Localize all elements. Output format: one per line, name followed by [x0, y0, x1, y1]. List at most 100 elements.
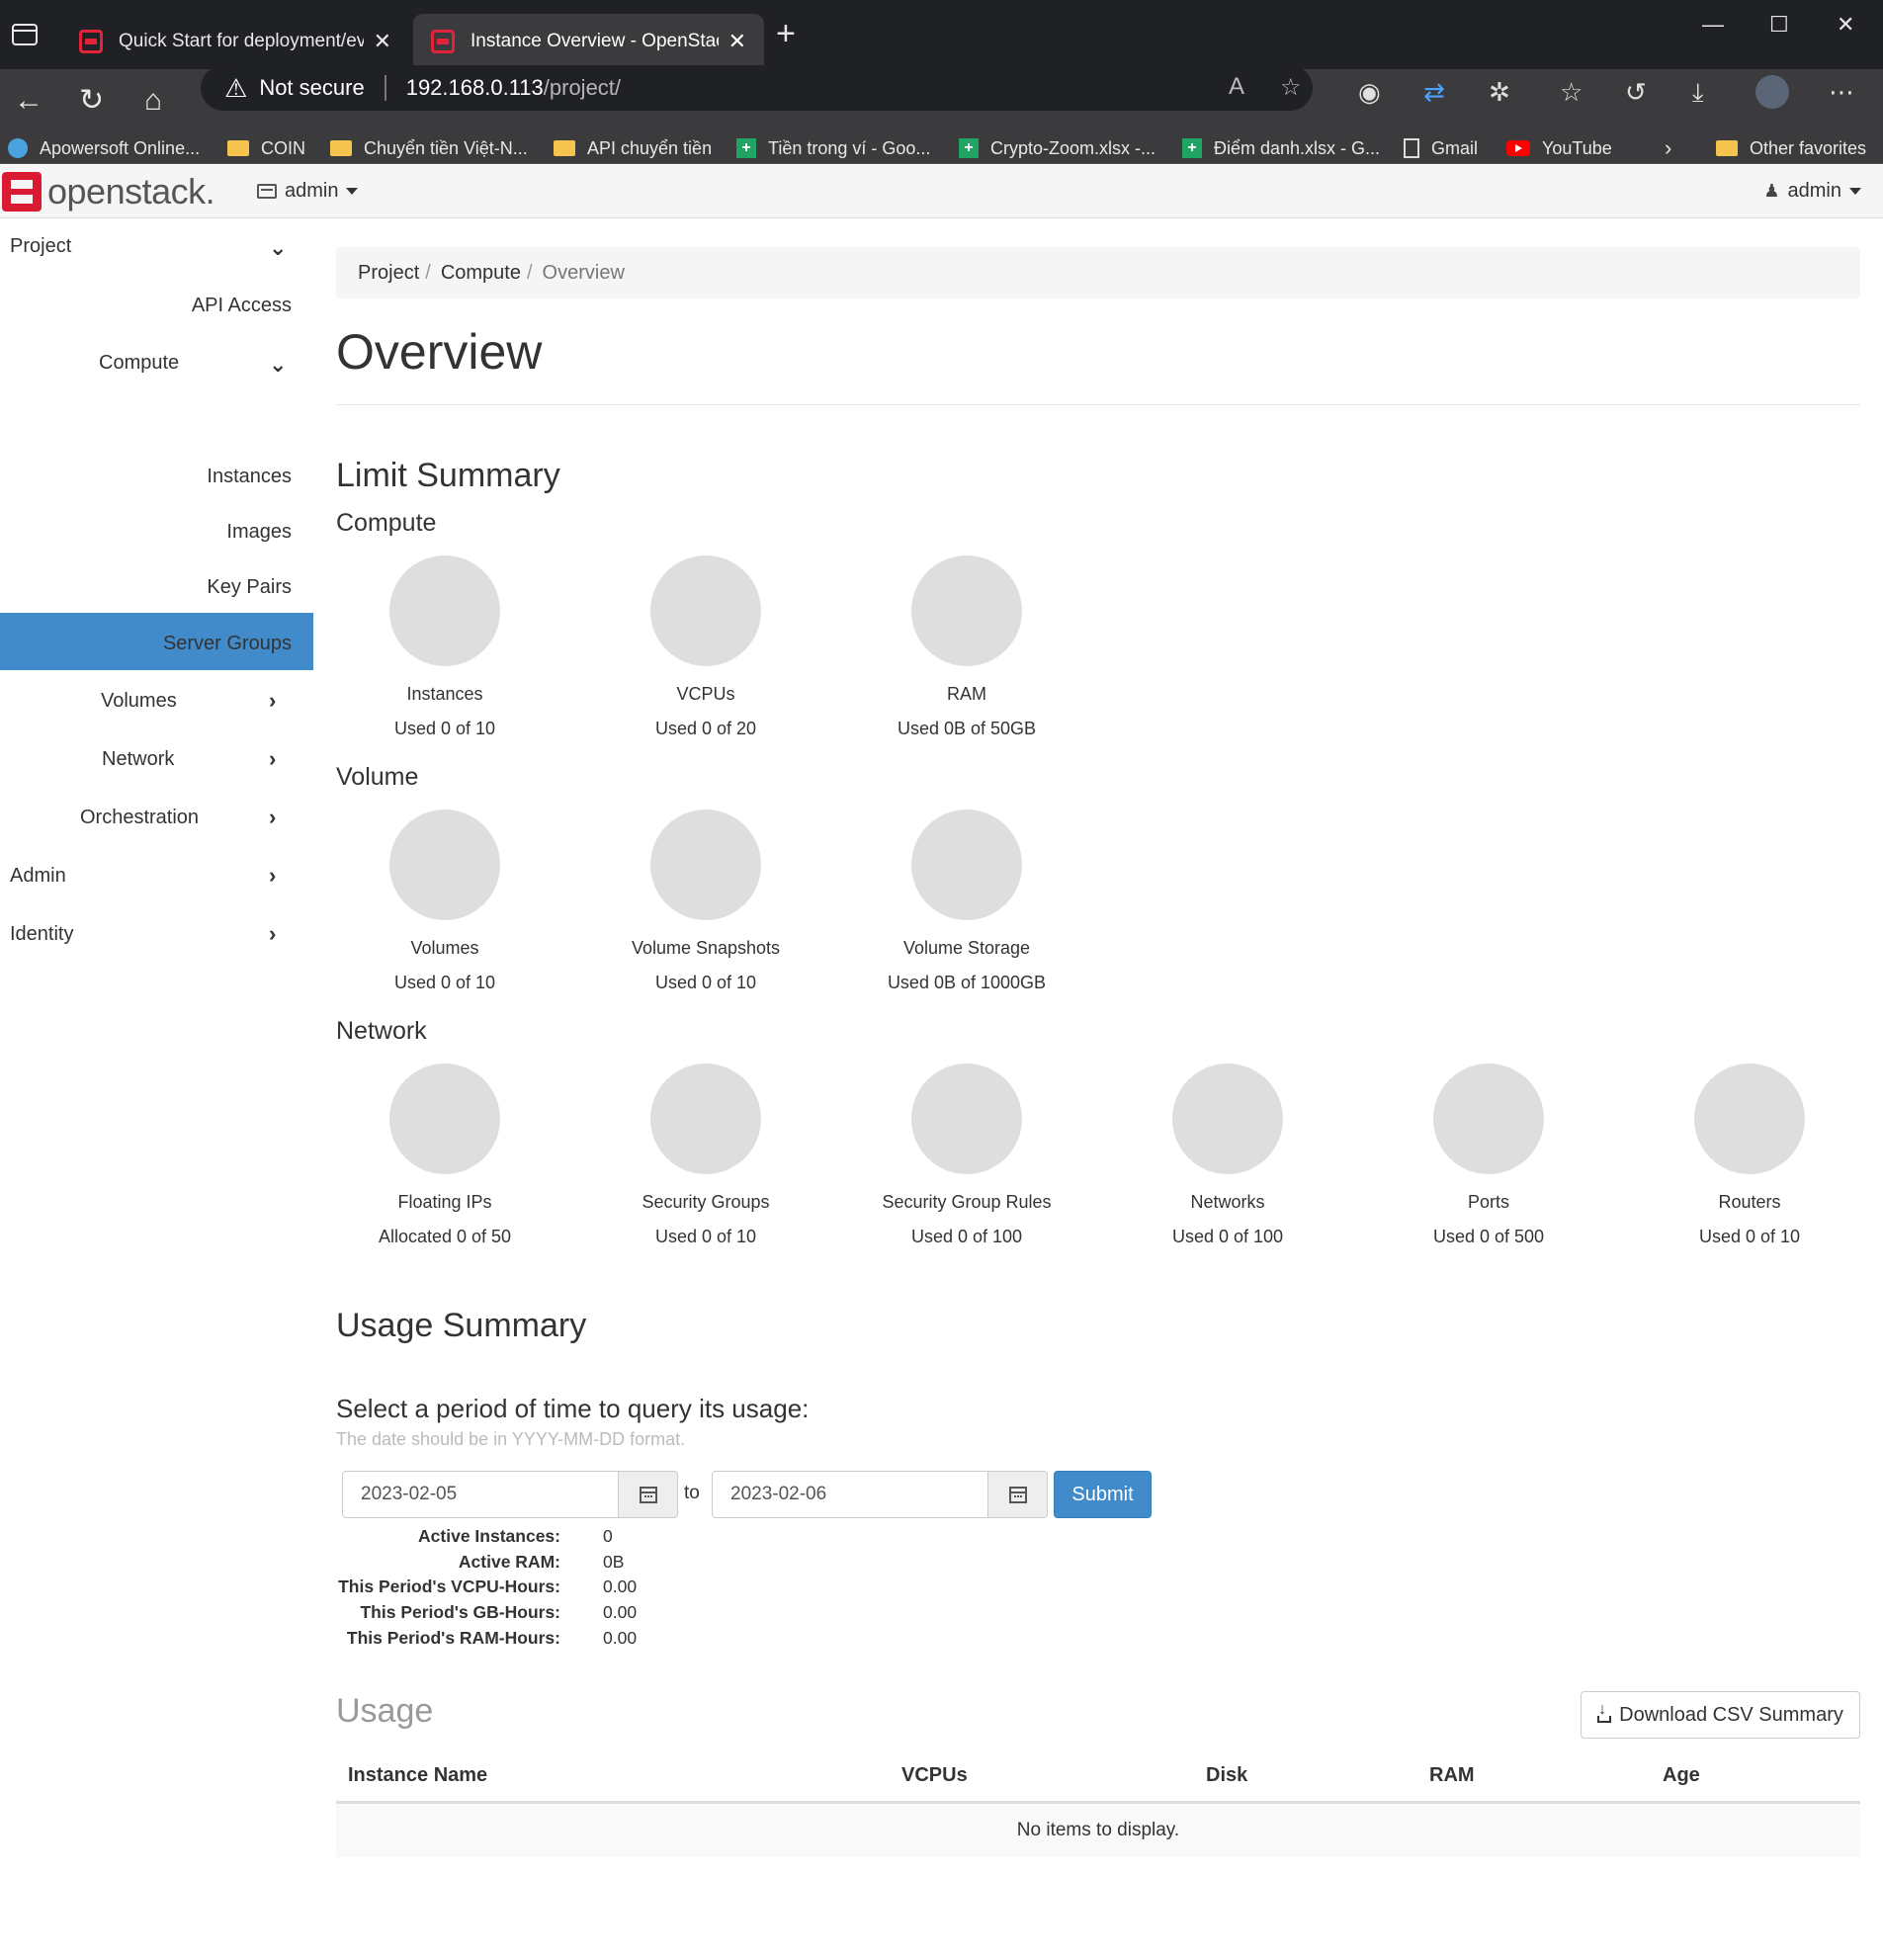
downloads-icon[interactable]: ⤓: [1692, 75, 1704, 109]
bookmark-label: Other favorites: [1750, 137, 1867, 158]
chevron-right-icon[interactable]: ›: [269, 805, 276, 830]
sidebar-item-volumes[interactable]: Volumes: [101, 690, 177, 713]
bookmark-item[interactable]: + Tiền trong ví - Goo...: [736, 132, 930, 164]
chevron-right-icon[interactable]: ›: [269, 921, 276, 947]
chevron-down-icon[interactable]: ⌄: [269, 352, 287, 378]
browser-tab-bar: Quick Start for deployment/evalu ✕ Insta…: [0, 0, 1883, 69]
close-tab-icon[interactable]: ✕: [728, 29, 746, 54]
bookmark-folder[interactable]: API chuyển tiền: [554, 132, 712, 164]
browser-tab-quick-start[interactable]: Quick Start for deployment/evalu ✕: [61, 14, 409, 69]
sidebar-item-network[interactable]: Network: [102, 748, 174, 771]
close-window-icon[interactable]: ✕: [1837, 12, 1854, 38]
bookmark-folder[interactable]: COIN: [227, 132, 305, 164]
chevron-right-icon[interactable]: ›: [269, 746, 276, 772]
caret-down-icon: [1849, 188, 1861, 195]
bookmark-item[interactable]: YouTube: [1506, 132, 1612, 164]
profile-avatar[interactable]: [1755, 75, 1789, 109]
bookmark-item[interactable]: + Crypto-Zoom.xlsx -...: [959, 132, 1155, 164]
minimize-icon[interactable]: —: [1702, 12, 1724, 38]
other-favorites-folder[interactable]: Other favorites: [1716, 132, 1866, 164]
breadcrumb-project[interactable]: Project: [358, 262, 419, 285]
sidebar-item-identity[interactable]: Identity: [10, 923, 73, 946]
openstack-logo[interactable]: openstack.: [2, 171, 215, 213]
bookmark-label: COIN: [261, 137, 305, 158]
column-disk[interactable]: Disk: [1206, 1764, 1247, 1787]
limit-pie-volume-storage: Volume Storage Used 0B of 1000GB: [836, 810, 1097, 993]
limit-pie-vcpus: VCPUs Used 0 of 20: [575, 555, 836, 739]
more-menu-icon[interactable]: ⋯: [1829, 75, 1854, 109]
table-empty-message: No items to display.: [336, 1804, 1860, 1857]
pie-chart: [650, 555, 761, 666]
url-host: 192.168.0.113: [405, 75, 544, 100]
page-icon: [1404, 138, 1419, 158]
column-vcpus[interactable]: VCPUs: [901, 1764, 968, 1787]
usage-heading: Usage: [336, 1692, 434, 1730]
browser-tab-instance-overview[interactable]: Instance Overview - OpenStack D ✕: [413, 14, 764, 69]
table-header: Instance Name VCPUs Disk RAM Age: [336, 1756, 1860, 1804]
usage-query-prompt: Select a period of time to query its usa…: [336, 1394, 810, 1423]
breadcrumb-compute[interactable]: Compute: [441, 262, 521, 285]
project-selector[interactable]: admin: [257, 180, 359, 203]
stat-key: This Period's RAM-Hours:: [346, 1628, 560, 1648]
start-date-calendar-button[interactable]: [619, 1471, 678, 1518]
bookmark-item[interactable]: Apowersoft Online...: [8, 132, 200, 164]
sidebar-item-overview[interactable]: Overview: [210, 409, 292, 432]
screenshot-extension-icon[interactable]: ⇄: [1423, 75, 1445, 109]
pie-label: Security Groups: [642, 1192, 770, 1212]
start-date-input[interactable]: 2023-02-05: [342, 1471, 619, 1518]
warning-icon[interactable]: ⚠: [224, 73, 247, 104]
column-ram[interactable]: RAM: [1429, 1764, 1475, 1787]
address-bar[interactable]: ⚠ Not secure 192.168.0.113/project/ A ☆: [201, 65, 1313, 111]
maximize-icon[interactable]: ☐: [1769, 12, 1789, 38]
end-date-calendar-button[interactable]: [988, 1471, 1048, 1518]
sidebar-item-server-groups[interactable]: Server Groups: [163, 633, 292, 655]
extensions-puzzle-icon[interactable]: ✲: [1489, 75, 1510, 109]
column-instance-name[interactable]: Instance Name: [348, 1764, 487, 1787]
bookmark-folder[interactable]: Chuyển tiền Việt-N...: [330, 132, 528, 164]
chevron-down-icon[interactable]: ⌄: [269, 235, 287, 261]
pie-label: Volume Snapshots: [631, 938, 781, 958]
sidebar-item-instances[interactable]: Instances: [207, 466, 292, 488]
end-date-input[interactable]: 2023-02-06: [712, 1471, 988, 1518]
tab-actions-icon[interactable]: [12, 24, 38, 45]
reload-icon[interactable]: ↻: [79, 81, 104, 121]
column-age[interactable]: Age: [1663, 1764, 1700, 1787]
favorites-icon[interactable]: ☆: [1560, 75, 1583, 109]
back-icon[interactable]: ←: [14, 81, 43, 121]
submit-button[interactable]: Submit: [1054, 1471, 1152, 1518]
sidebar-item-compute[interactable]: Compute: [99, 352, 179, 375]
history-icon[interactable]: ↺: [1625, 75, 1647, 109]
pie-chart: [389, 810, 500, 920]
new-tab-icon[interactable]: +: [776, 14, 796, 53]
sheets-icon: +: [959, 138, 979, 158]
close-tab-icon[interactable]: ✕: [374, 29, 391, 54]
stat-value: 0B: [603, 1552, 625, 1572]
security-status[interactable]: Not secure: [259, 75, 364, 101]
sidebar-item-images[interactable]: Images: [226, 521, 292, 544]
sidebar-item-api-access[interactable]: API Access: [192, 295, 292, 317]
home-icon[interactable]: ⌂: [144, 81, 162, 121]
chevron-right-icon[interactable]: ›: [269, 863, 276, 889]
more-bookmarks-chevron-icon[interactable]: ›: [1665, 132, 1671, 164]
bookmark-item[interactable]: + Điểm danh.xlsx - G...: [1182, 132, 1380, 164]
download-csv-button[interactable]: Download CSV Summary: [1581, 1691, 1860, 1739]
user-menu[interactable]: ♟ admin: [1763, 180, 1861, 203]
pie-label: RAM: [947, 684, 986, 704]
bookmark-item[interactable]: Gmail: [1404, 132, 1478, 164]
calendar-icon: [639, 1486, 657, 1503]
pie-usage: Used 0 of 20: [654, 719, 757, 738]
sidebar-item-admin[interactable]: Admin: [10, 865, 66, 888]
bookmark-label: Tiền trong ví - Goo...: [768, 137, 931, 158]
limit-pie-instances: Instances Used 0 of 10: [314, 555, 575, 739]
read-aloud-icon[interactable]: A: [1229, 73, 1244, 101]
sidebar-item-key-pairs[interactable]: Key Pairs: [207, 576, 292, 599]
extension-icon[interactable]: ◉: [1358, 75, 1381, 109]
chevron-right-icon[interactable]: ›: [269, 688, 276, 714]
limit-pie-volumes: Volumes Used 0 of 10: [314, 810, 575, 993]
sidebar-item-project[interactable]: Project: [10, 235, 71, 258]
add-favorite-icon[interactable]: ☆: [1280, 73, 1302, 102]
pie-chart: [911, 1064, 1022, 1174]
sidebar-item-orchestration[interactable]: Orchestration: [80, 807, 199, 829]
tab-title: Instance Overview - OpenStack D: [471, 31, 719, 51]
stat-key: This Period's GB-Hours:: [360, 1602, 560, 1622]
